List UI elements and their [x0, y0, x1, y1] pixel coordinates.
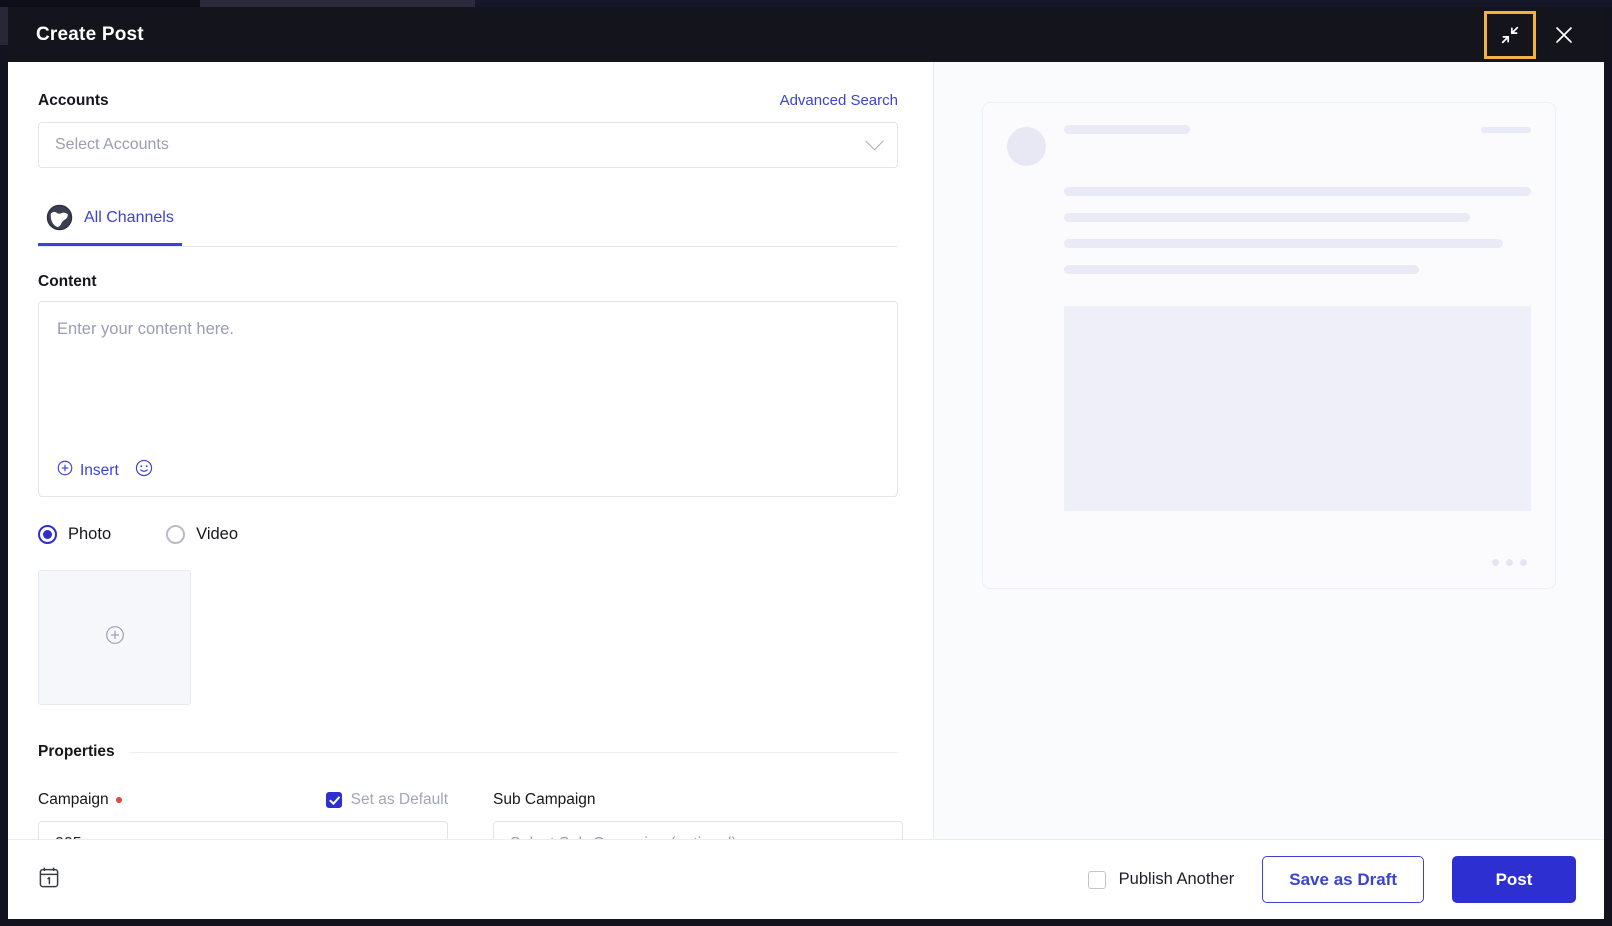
post-form-pane: Accounts Advanced Search Select Accounts	[8, 62, 933, 839]
more-dots-icon	[1492, 559, 1527, 566]
advanced-search-link[interactable]: Advanced Search	[780, 92, 898, 109]
background-page-strip-left	[0, 0, 200, 7]
set-as-default-box	[325, 792, 342, 808]
avatar-placeholder	[1007, 127, 1046, 166]
text-line-placeholder	[1064, 213, 1471, 222]
sub-campaign-placeholder: Select Sub-Campaign (optional)	[510, 835, 873, 839]
plus-circle-icon	[57, 460, 73, 481]
collapse-button[interactable]	[1484, 10, 1536, 59]
properties-divider	[128, 751, 898, 753]
properties-grid: Campaign Set as Default 005	[38, 791, 903, 839]
footer-actions: Publish Another Save as Draft Post	[1087, 856, 1576, 903]
dot	[1492, 559, 1499, 566]
publish-another-box	[1087, 870, 1106, 889]
radio-photo-label: Photo	[68, 525, 112, 543]
text-line-placeholder	[1064, 265, 1419, 274]
preview-skeleton-header-bars	[1064, 125, 1531, 134]
close-x-icon	[1552, 23, 1576, 47]
background-page-strip-mid	[200, 0, 475, 7]
app-root: Create Post Accounts Advanced Search Sel…	[0, 0, 1612, 926]
text-line-placeholder	[1064, 187, 1531, 196]
accounts-label: Accounts	[38, 92, 109, 109]
globe-icon	[46, 204, 73, 231]
campaign-label: Campaign	[38, 791, 109, 808]
media-type-radio-group: Photo Video	[38, 525, 898, 544]
accounts-header-row: Accounts Advanced Search	[38, 92, 898, 110]
sub-campaign-field-group: Sub Campaign Select Sub-Campaign (option…	[493, 791, 903, 839]
campaign-required-indicator	[115, 797, 122, 803]
set-as-default-label: Set as Default	[350, 791, 448, 808]
titlebar-actions	[1484, 10, 1590, 59]
chevron-down-icon	[865, 131, 884, 150]
create-post-modal: Create Post Accounts Advanced Search Sel…	[8, 7, 1604, 919]
image-placeholder	[1064, 306, 1531, 511]
modal-footer: Publish Another Save as Draft Post	[8, 839, 1604, 919]
publish-another-label: Publish Another	[1118, 870, 1235, 888]
content-editor[interactable]: Enter your content here. Insert	[38, 301, 898, 497]
radio-photo[interactable]: Photo	[38, 525, 111, 544]
publish-another-checkbox[interactable]: Publish Another	[1087, 870, 1235, 889]
tab-all-channels[interactable]: All Channels	[38, 200, 182, 246]
set-as-default-checkbox[interactable]: Set as Default	[325, 791, 448, 809]
preview-skeleton-text-lines	[1007, 187, 1531, 274]
post-button[interactable]: Post	[1452, 856, 1576, 903]
background-page-strip-right	[475, 0, 1612, 7]
campaign-header-row: Campaign Set as Default	[38, 791, 448, 809]
background-page-left-edge	[0, 7, 8, 45]
accounts-select-placeholder: Select Accounts	[55, 136, 169, 153]
preview-skeleton-header	[1007, 125, 1531, 166]
tab-all-channels-label: All Channels	[84, 208, 174, 226]
save-as-draft-button[interactable]: Save as Draft	[1262, 856, 1424, 903]
sub-campaign-label: Sub Campaign	[493, 791, 596, 808]
modal-title: Create Post	[36, 23, 144, 45]
properties-title: Properties	[38, 743, 115, 760]
post-preview-pane	[933, 62, 1604, 839]
campaign-value: 005	[55, 835, 418, 839]
chevron-down-icon	[870, 830, 889, 839]
radio-photo-indicator	[38, 525, 57, 544]
calendar-icon	[38, 866, 60, 894]
sub-campaign-select[interactable]: Select Sub-Campaign (optional)	[493, 821, 903, 839]
plus-circle-icon	[105, 625, 125, 650]
modal-titlebar: Create Post	[8, 7, 1604, 62]
schedule-button[interactable]	[38, 866, 60, 894]
sub-campaign-header-row: Sub Campaign	[493, 791, 903, 809]
campaign-select[interactable]: 005	[38, 821, 448, 839]
close-button[interactable]	[1538, 11, 1590, 59]
dot	[1506, 559, 1513, 566]
emoji-smiley-icon	[135, 459, 153, 482]
channel-tabs: All Channels	[38, 200, 898, 247]
emoji-button[interactable]	[135, 459, 153, 482]
insert-label: Insert	[80, 461, 119, 479]
radio-video-indicator	[166, 525, 186, 544]
media-upload-tile[interactable]	[38, 570, 191, 705]
editor-toolbar: Insert	[57, 459, 879, 496]
collapse-arrows-icon	[1499, 24, 1521, 46]
radio-video-label: Video	[196, 525, 239, 543]
preview-skeleton-card	[982, 102, 1556, 589]
meta-placeholder	[1481, 126, 1531, 133]
content-label: Content	[38, 273, 97, 290]
chevron-down-icon	[415, 830, 434, 839]
dot	[1520, 559, 1527, 566]
text-line-placeholder	[1064, 239, 1503, 248]
accounts-select[interactable]: Select Accounts	[38, 122, 898, 168]
modal-body: Accounts Advanced Search Select Accounts	[8, 62, 1604, 839]
radio-video[interactable]: Video	[166, 525, 238, 544]
insert-button[interactable]: Insert	[57, 460, 119, 481]
name-placeholder	[1064, 125, 1190, 134]
campaign-field-group: Campaign Set as Default 005	[38, 791, 448, 839]
properties-header: Properties	[38, 743, 898, 761]
content-placeholder: Enter your content here.	[57, 320, 235, 338]
